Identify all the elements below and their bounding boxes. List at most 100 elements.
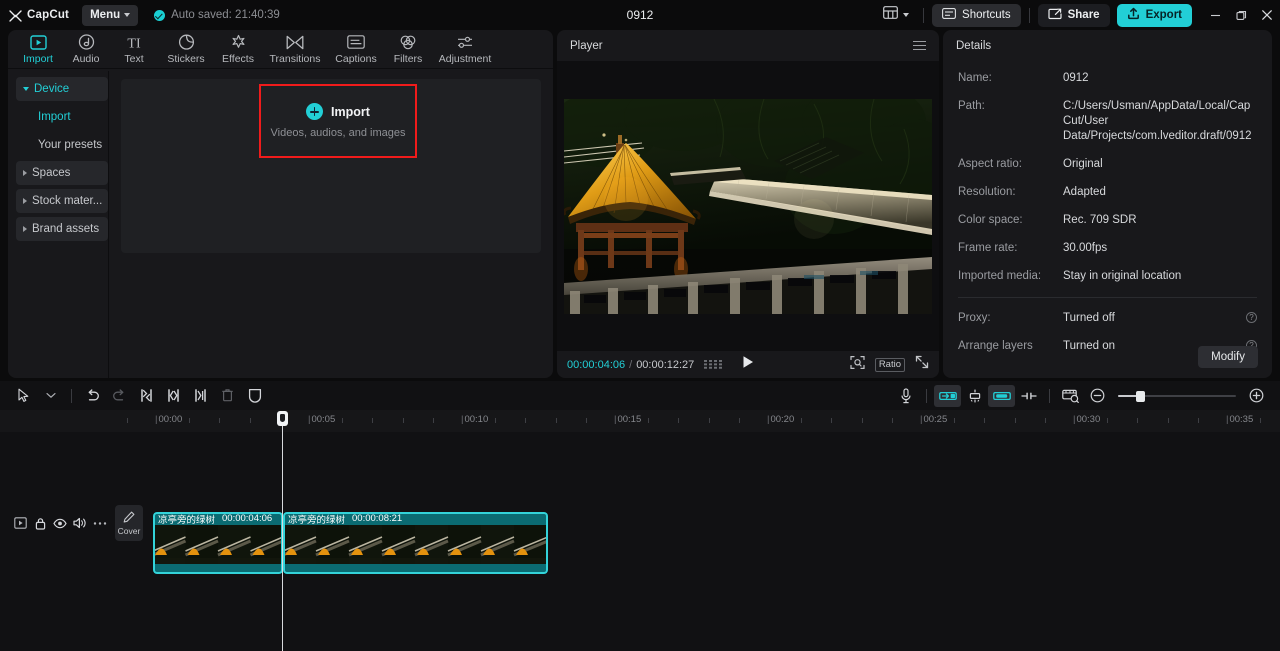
player-stage bbox=[557, 61, 939, 351]
timeline-tracks[interactable]: Cover 凉亭旁的绿树 00:00:04:06 凉亭旁的绿树 00:00:08… bbox=[0, 432, 1280, 651]
pencil-icon bbox=[123, 511, 135, 525]
timeline-clip[interactable]: 凉亭旁的绿树 00:00:08:21 bbox=[283, 512, 548, 574]
sidebar-item-brand-assets[interactable]: Brand assets bbox=[16, 217, 108, 241]
playhead-handle[interactable] bbox=[277, 411, 288, 426]
slider-knob[interactable] bbox=[1136, 390, 1145, 402]
chevron-down-icon[interactable] bbox=[37, 385, 64, 407]
layout-button[interactable] bbox=[877, 4, 915, 26]
tab-effects[interactable]: Effects bbox=[214, 30, 262, 68]
ruler-label: 00:10 bbox=[461, 414, 488, 425]
question-icon[interactable]: ? bbox=[1246, 312, 1257, 323]
sidebar-item-label: Import bbox=[38, 111, 71, 123]
clip-name: 凉亭旁的绿树 bbox=[288, 514, 346, 526]
shortcuts-button[interactable]: Shortcuts bbox=[932, 3, 1021, 27]
detail-value: Adapted bbox=[1063, 186, 1106, 198]
sidebar-item-stock-materials[interactable]: Stock mater... bbox=[16, 189, 108, 213]
snap-icon[interactable] bbox=[961, 385, 988, 407]
auto-cut-left-icon[interactable] bbox=[934, 384, 961, 407]
sidebar-item-label: Spaces bbox=[32, 167, 71, 179]
detail-key: Arrange layers bbox=[958, 340, 1033, 352]
tab-filters[interactable]: Filters bbox=[384, 30, 432, 68]
maximize-button[interactable] bbox=[1228, 0, 1254, 30]
zoom-out-icon[interactable] bbox=[1084, 385, 1111, 407]
hamburger-icon[interactable] bbox=[913, 40, 926, 51]
details-title: Details bbox=[956, 39, 992, 52]
app-name: CapCut bbox=[27, 9, 70, 21]
track-video-icon[interactable] bbox=[10, 513, 30, 533]
tab-adjustment[interactable]: Adjustment bbox=[432, 30, 498, 68]
sidebar-item-label: Device bbox=[34, 83, 70, 95]
trim-left-icon[interactable] bbox=[160, 385, 187, 407]
sidebar-item-device[interactable]: Device bbox=[16, 77, 108, 101]
undo-icon[interactable] bbox=[79, 385, 106, 407]
trim-right-icon[interactable] bbox=[187, 385, 214, 407]
tab-label: Transitions bbox=[269, 52, 321, 65]
preview-strip-icon[interactable] bbox=[1057, 385, 1084, 407]
sidebar-item-spaces[interactable]: Spaces bbox=[16, 161, 108, 185]
ruler-tick bbox=[219, 418, 221, 423]
select-cursor-icon[interactable] bbox=[10, 385, 37, 407]
export-button[interactable]: Export bbox=[1116, 3, 1192, 27]
frames-icon[interactable] bbox=[704, 359, 723, 370]
detail-row-name: Name: 0912 bbox=[958, 71, 1257, 86]
timeline-ruler[interactable]: 00:00 00:05 00:10 00:15 00:20 00:25 00:3… bbox=[0, 410, 1280, 432]
tab-captions[interactable]: Captions bbox=[328, 30, 384, 68]
import-dropzone[interactable]: Import Videos, audios, and images bbox=[259, 84, 417, 158]
tab-transitions[interactable]: Transitions bbox=[262, 30, 328, 68]
link-split-icon[interactable] bbox=[1015, 385, 1042, 407]
fullscreen-icon[interactable] bbox=[915, 355, 929, 374]
eye-icon[interactable] bbox=[50, 513, 70, 533]
timeline-zoom-slider[interactable] bbox=[1118, 389, 1236, 403]
ruler-tick bbox=[1137, 418, 1139, 423]
ruler-tick bbox=[249, 418, 251, 423]
clip-thumbnails bbox=[283, 525, 548, 564]
redo-icon[interactable] bbox=[106, 385, 133, 407]
mask-shield-icon[interactable] bbox=[241, 385, 268, 407]
ruler-tick bbox=[861, 418, 863, 423]
auto-cut-right-icon[interactable] bbox=[988, 384, 1015, 407]
import-label: Import bbox=[331, 104, 370, 119]
share-button[interactable]: Share bbox=[1037, 3, 1110, 27]
more-options-icon[interactable] bbox=[90, 513, 110, 533]
lock-icon[interactable] bbox=[30, 513, 50, 533]
detail-row-aspect-ratio: Aspect ratio: Original bbox=[958, 157, 1257, 172]
import-line: Import bbox=[306, 103, 370, 120]
tab-text[interactable]: TI Text bbox=[110, 30, 158, 68]
svg-text:TI: TI bbox=[127, 36, 141, 50]
minimize-button[interactable] bbox=[1202, 0, 1228, 30]
close-button[interactable] bbox=[1254, 0, 1280, 30]
ratio-button[interactable]: Ratio bbox=[874, 357, 905, 372]
clip-name: 凉亭旁的绿树 bbox=[158, 514, 216, 526]
split-icon[interactable] bbox=[133, 385, 160, 407]
window-controls bbox=[1202, 0, 1280, 30]
microphone-icon[interactable] bbox=[892, 385, 919, 407]
time-separator: / bbox=[629, 358, 633, 371]
ruler-label: 00:15 bbox=[614, 414, 641, 425]
sidebar-item-your-presets[interactable]: Your presets bbox=[16, 133, 108, 157]
sidebar-item-label: Brand assets bbox=[32, 223, 100, 235]
media-drop-area[interactable]: Import Videos, audios, and images bbox=[121, 79, 541, 253]
audio-note-icon bbox=[78, 34, 95, 51]
video-preview[interactable] bbox=[564, 98, 932, 314]
tab-audio[interactable]: Audio bbox=[62, 30, 110, 68]
cover-button[interactable]: Cover bbox=[115, 505, 143, 541]
delete-icon[interactable] bbox=[214, 385, 241, 407]
modify-button[interactable]: Modify bbox=[1198, 346, 1258, 368]
detail-row-color-space: Color space: Rec. 709 SDR bbox=[958, 213, 1257, 228]
tab-stickers[interactable]: Stickers bbox=[158, 30, 214, 68]
ruler-tick bbox=[525, 418, 527, 423]
timeline-clip[interactable]: 凉亭旁的绿树 00:00:04:06 bbox=[153, 512, 283, 574]
focus-frame-icon[interactable] bbox=[850, 355, 865, 375]
menu-button[interactable]: Menu bbox=[82, 4, 139, 26]
player-panel: Player 00:00:04:06 / 00:00:12:27 Ratio bbox=[557, 30, 939, 378]
speaker-icon[interactable] bbox=[70, 513, 90, 533]
sidebar-item-import[interactable]: Import bbox=[16, 105, 108, 129]
detail-key: Resolution: bbox=[958, 186, 1016, 198]
ruler-tick bbox=[1014, 418, 1016, 423]
restore-icon bbox=[1235, 10, 1246, 20]
detail-value: Rec. 709 SDR bbox=[1063, 214, 1137, 226]
tab-import[interactable]: Import bbox=[14, 30, 62, 68]
zoom-in-icon[interactable] bbox=[1243, 385, 1270, 407]
play-button[interactable] bbox=[742, 355, 755, 374]
sidebar-item-label: Stock mater... bbox=[32, 195, 103, 207]
